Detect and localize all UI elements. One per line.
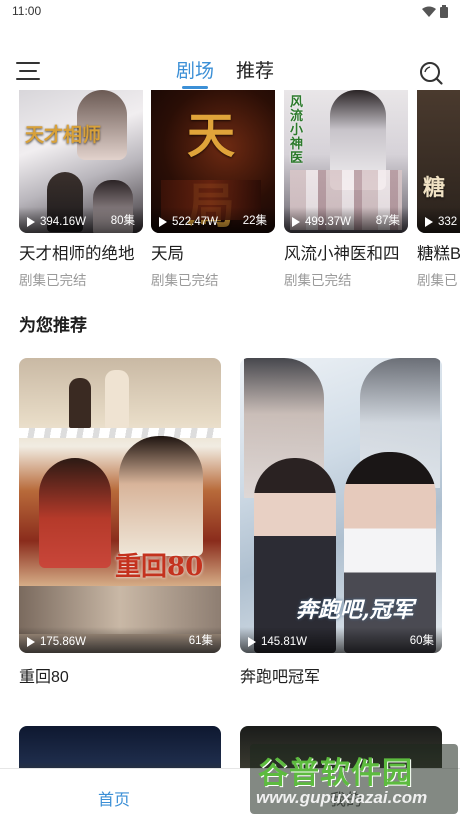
play-count-value: 145.81W (261, 636, 308, 648)
play-count-value: 394.16W (40, 216, 87, 228)
watermark-url: www.gupuxiazai.com (256, 788, 428, 807)
play-icon (27, 637, 35, 647)
hamburger-icon[interactable] (16, 62, 40, 84)
series-card[interactable]: 天局 522.47W 22集 天局 剧集已完结 (151, 90, 275, 289)
play-count-value: 522.47W (172, 216, 219, 228)
play-icon (248, 637, 256, 647)
play-count: 145.81W (248, 636, 307, 648)
play-count: 332 (425, 216, 457, 228)
series-name[interactable]: 糖糕B (417, 240, 460, 264)
search-icon[interactable] (418, 60, 444, 86)
series-poster[interactable]: 天才相师 394.16W 80集 (19, 90, 143, 233)
series-card[interactable]: 天才相师 394.16W 80集 天才相师的绝地 剧集已完结 (19, 90, 143, 289)
play-count-value: 332 (438, 216, 458, 228)
poster-figure (105, 370, 129, 428)
top-bar: 剧场 推荐 (0, 48, 460, 92)
poster-figure (69, 378, 91, 428)
poster-title-text: 奔跑吧,冠军 (296, 597, 414, 623)
tab-theater[interactable]: 剧场 (176, 56, 214, 89)
poster-title-text: 糖 (423, 175, 446, 201)
watermark: 谷普软件园 www.gupuxiazai.com (250, 744, 458, 814)
episode-count: 22集 (242, 215, 267, 227)
main-content[interactable]: 天才相师 394.16W 80集 天才相师的绝地 剧集已完结 天局 522.47… (0, 90, 460, 768)
recommend-card[interactable]: 奔跑吧,冠军 145.81W 60集 奔跑吧冠军 (240, 358, 442, 687)
series-row[interactable]: 天才相师 394.16W 80集 天才相师的绝地 剧集已完结 天局 522.47… (0, 90, 460, 288)
series-name[interactable]: 天才相师的绝地 (19, 240, 143, 264)
series-card[interactable]: 糖 332 糖糕B 剧集已 (417, 90, 460, 289)
poster-figure (19, 428, 221, 438)
series-poster[interactable]: 天局 522.47W 22集 (151, 90, 275, 233)
episode-count: 61集 (188, 635, 213, 647)
play-icon (159, 217, 167, 227)
recommend-name[interactable]: 重回80 (19, 663, 221, 687)
status-bar: 11:00 (0, 0, 460, 24)
status-time: 11:00 (12, 4, 42, 18)
tab-recommend[interactable]: 推荐 (236, 56, 274, 89)
play-icon (27, 217, 35, 227)
status-icons (422, 5, 448, 18)
episode-count: 80集 (110, 215, 135, 227)
top-tabs: 剧场 推荐 (176, 56, 274, 89)
episode-count: 87集 (375, 215, 400, 227)
poster-figure (119, 436, 203, 556)
recommend-card[interactable] (19, 726, 221, 768)
series-card[interactable]: 风流小神医 499.37W 87集 风流小神医和四 剧集已完结 (284, 90, 408, 289)
section-title: 为您推荐 (19, 316, 87, 335)
watermark-logo: 谷普软件园 (258, 756, 413, 791)
episode-count: 60集 (409, 635, 434, 647)
play-count: 394.16W (27, 216, 86, 228)
play-icon (425, 217, 433, 227)
play-count-value: 499.37W (305, 216, 352, 228)
recommend-poster[interactable]: 奔跑吧,冠军 145.81W 60集 (240, 358, 442, 653)
play-count-value: 175.86W (40, 636, 87, 648)
wifi-icon (422, 6, 436, 17)
series-status: 剧集已完结 (151, 273, 219, 288)
series-poster[interactable]: 糖 332 (417, 90, 460, 233)
series-name[interactable]: 天局 (151, 240, 275, 264)
series-status: 剧集已完结 (19, 273, 87, 288)
series-status: 剧集已完结 (284, 273, 352, 288)
recommend-poster[interactable] (19, 726, 221, 768)
nav-home[interactable]: 首页 (98, 786, 130, 810)
series-name[interactable]: 风流小神医和四 (284, 240, 408, 264)
recommend-name[interactable]: 奔跑吧冠军 (240, 663, 442, 687)
series-poster[interactable]: 风流小神医 499.37W 87集 (284, 90, 408, 233)
play-count: 175.86W (27, 636, 86, 648)
recommend-card[interactable]: 重回80后 175.86W 61集 重回80 (19, 358, 221, 687)
poster-title-text: 风流小神医 (290, 95, 304, 166)
play-count: 499.37W (292, 216, 351, 228)
play-count: 522.47W (159, 216, 218, 228)
poster-title-text: 天才相师 (25, 124, 102, 146)
poster-figure (39, 458, 111, 568)
recommend-poster[interactable]: 重回80后 175.86W 61集 (19, 358, 221, 653)
battery-icon (440, 5, 448, 18)
play-icon (292, 217, 300, 227)
series-status: 剧集已 (417, 273, 458, 288)
